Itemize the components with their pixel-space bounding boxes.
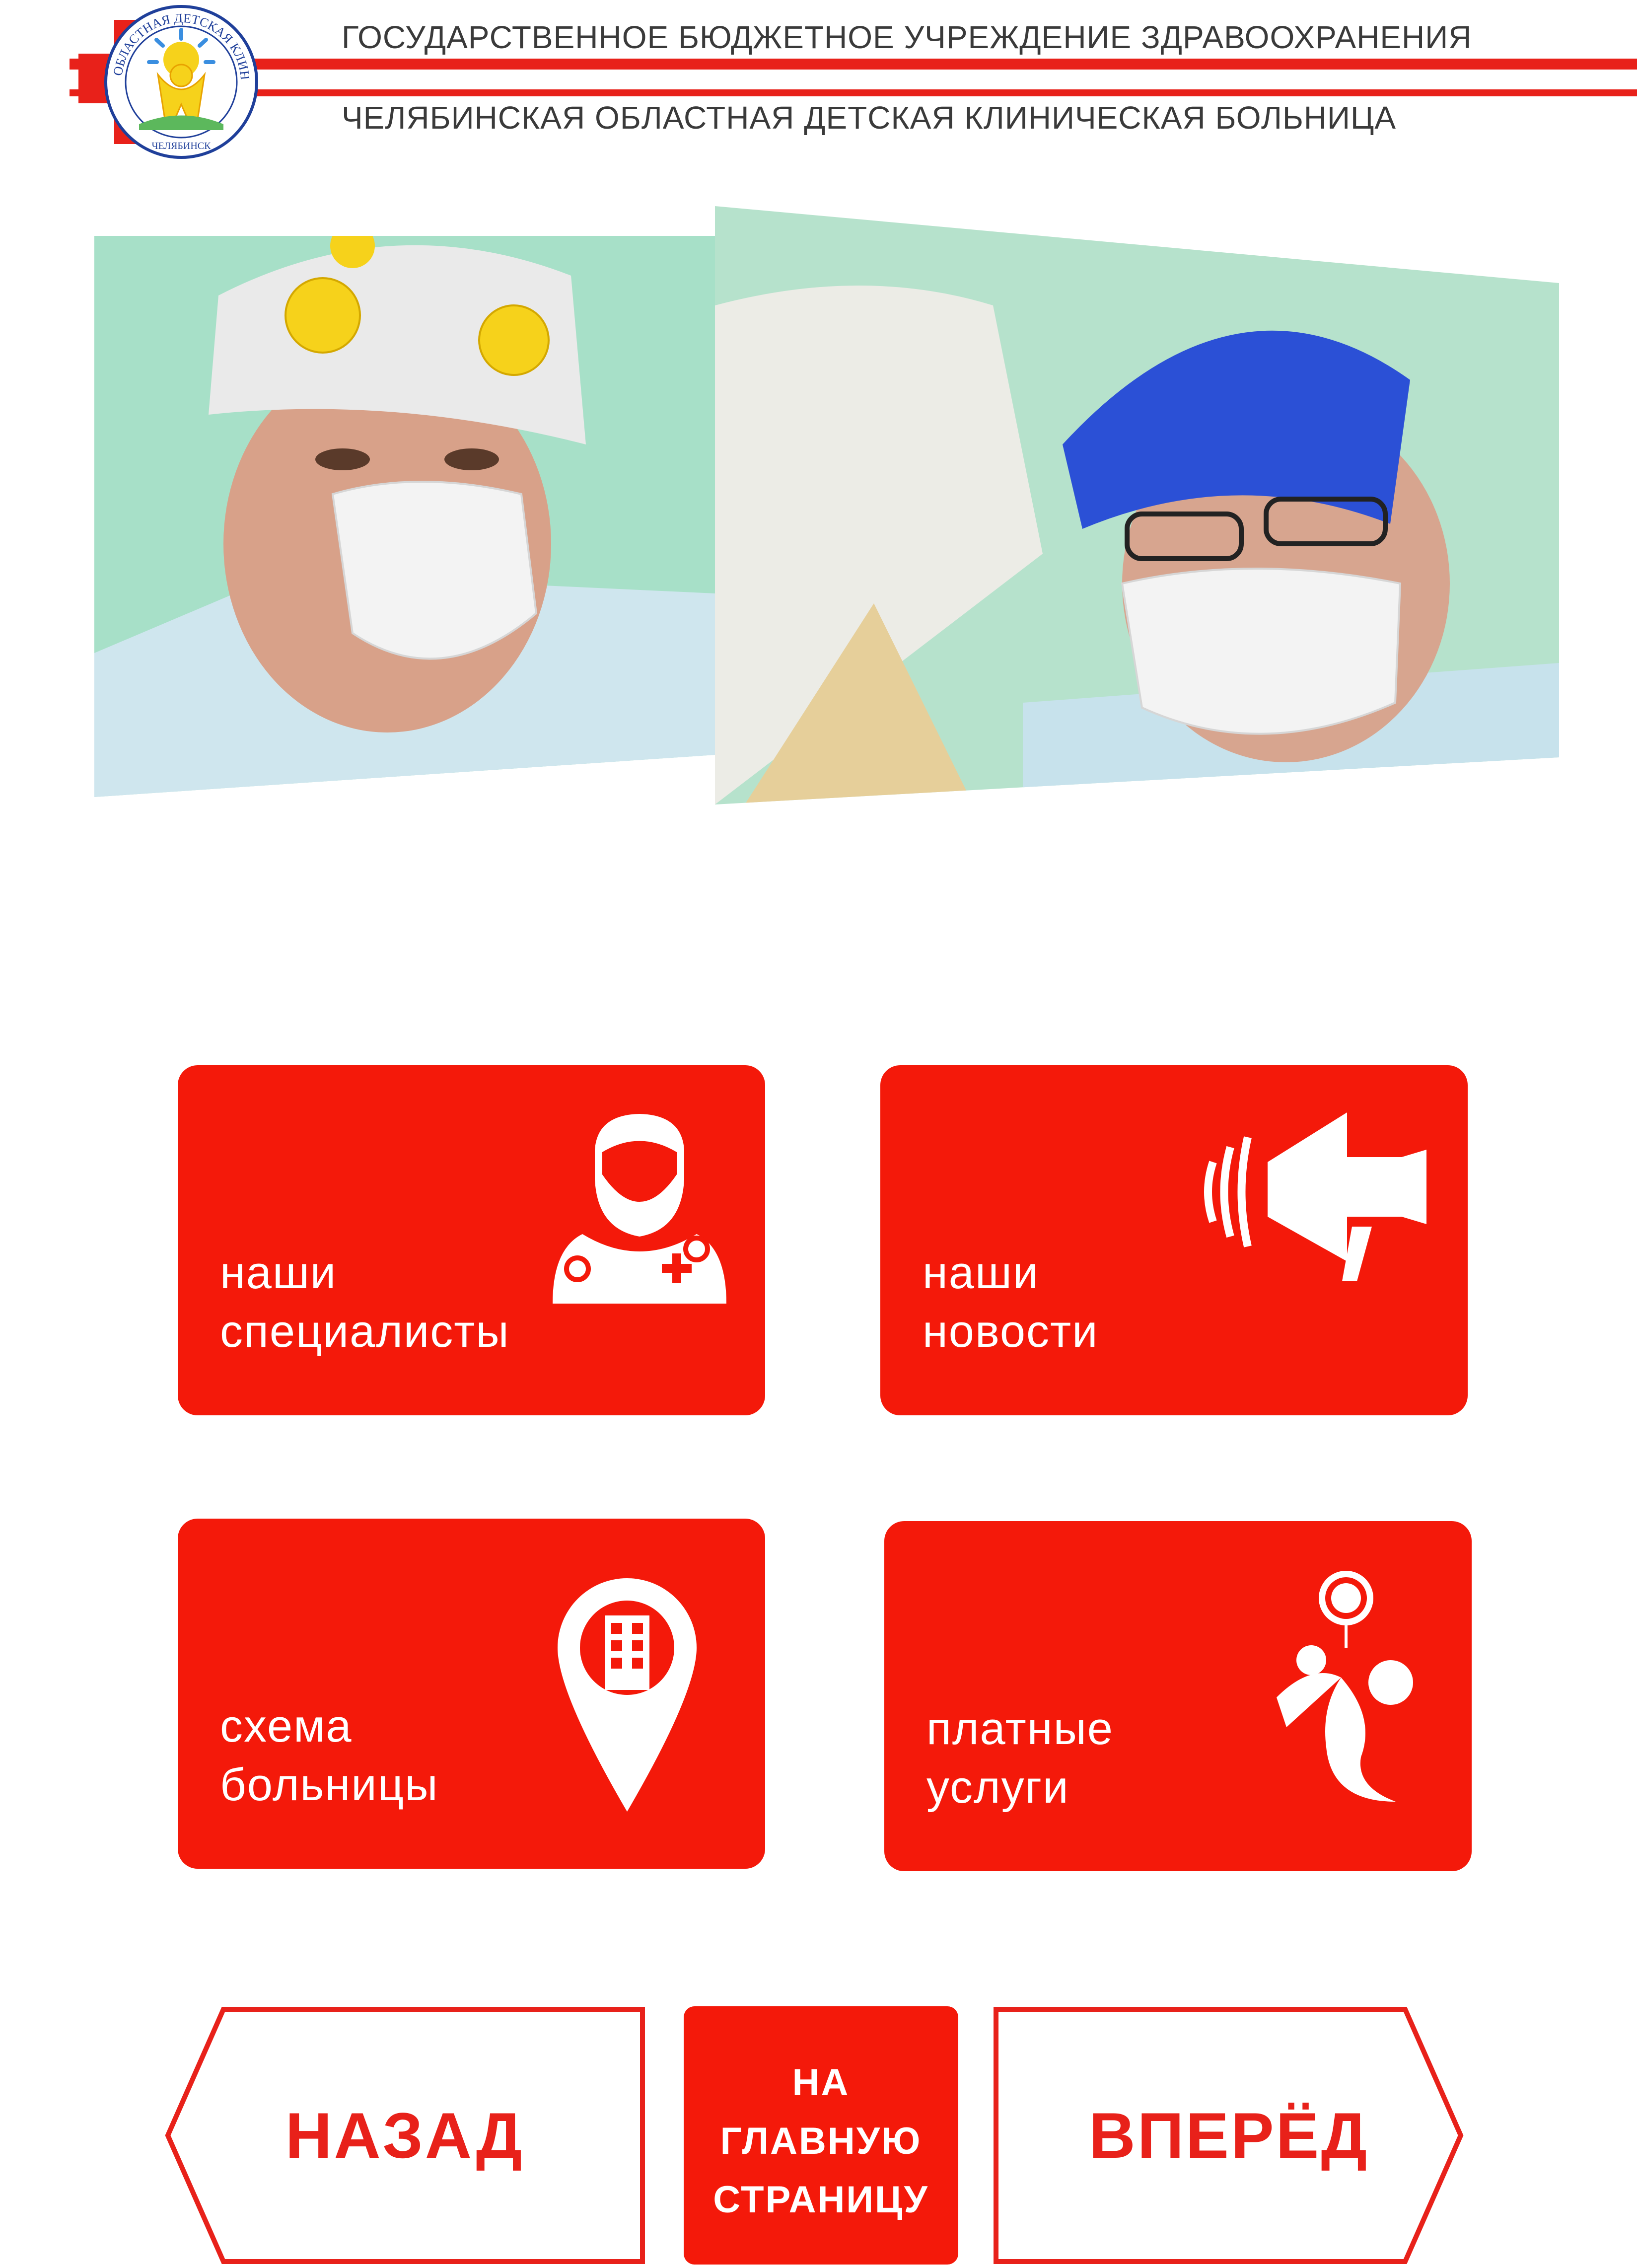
photo-surgeon-right (715, 206, 1559, 805)
forward-button[interactable]: ВПЕРЁД (993, 2006, 1465, 2265)
logo-city-text: ЧЕЛЯБИНСК (152, 141, 212, 151)
tile-our-specialists[interactable]: наши специалисты (178, 1065, 765, 1415)
tile-hospital-map[interactable]: схема больницы (178, 1519, 765, 1869)
doctor-icon (553, 1114, 726, 1304)
back-label: НАЗАД (285, 2099, 524, 2172)
hospital-logo[interactable]: ОБЛАСТНАЯ ДЕТСКАЯ КЛИНИЧЕСКАЯ БОЛЬНИЦА Ч… (74, 0, 283, 164)
home-button[interactable]: НА ГЛАВНУЮ СТРАНИЦУ (684, 2006, 958, 2265)
tile-label-paid: платные услуги (926, 1703, 1114, 1813)
tile-label-map: схема больницы (220, 1701, 439, 1810)
child-with-logo-icon (1277, 1571, 1413, 1802)
tile-label-specialists: наши специалисты (220, 1247, 510, 1357)
megaphone-icon (1204, 1112, 1426, 1281)
surgical-mask (331, 481, 538, 660)
header-line-2: ЧЕЛЯБИНСКАЯ ОБЛАСТНАЯ ДЕТСКАЯ КЛИНИЧЕСКА… (332, 99, 1407, 136)
header-line-1: ГОСУДАРСТВЕННОЕ БЮДЖЕТНОЕ УЧРЕЖДЕНИЕ ЗДР… (332, 19, 1482, 56)
tile-label-news: наши новости (923, 1247, 1099, 1357)
tile-our-news[interactable]: наши новости (880, 1065, 1468, 1415)
tile-paid-services[interactable]: платные услуги (884, 1521, 1472, 1871)
surgical-mask-2 (1121, 568, 1402, 735)
map-pin-building-icon (558, 1578, 697, 1812)
photo-surgeon-left (94, 236, 715, 797)
home-label: НА ГЛАВНУЮ СТРАНИЦУ (713, 2061, 929, 2221)
forward-label: ВПЕРЁД (1088, 2099, 1369, 2172)
back-button[interactable]: НАЗАД (164, 2006, 645, 2265)
